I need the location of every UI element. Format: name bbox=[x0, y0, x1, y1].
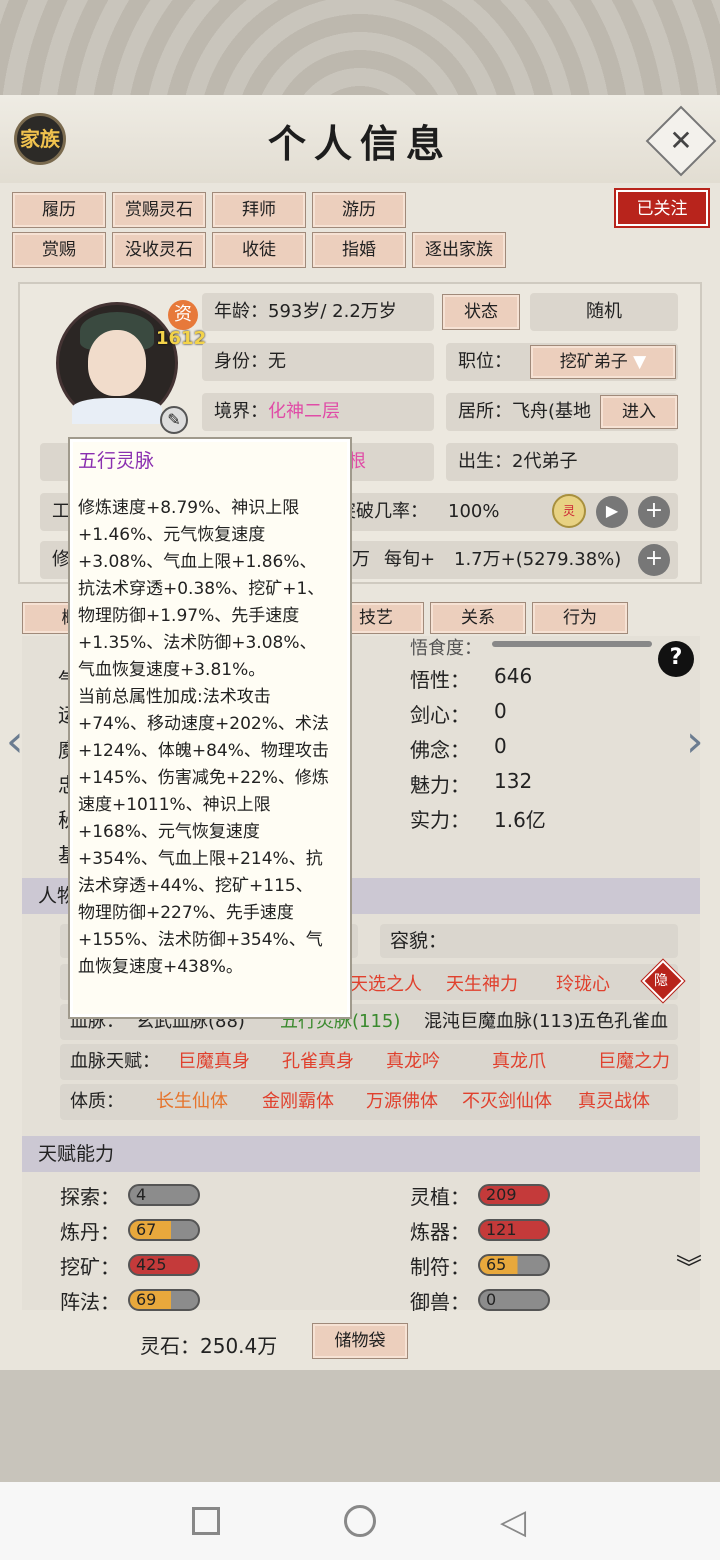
talent-value: 209 bbox=[486, 1185, 517, 1204]
talent-label: 炼丹： bbox=[60, 1220, 120, 1244]
talent-value: 425 bbox=[136, 1255, 167, 1274]
talent-bar: 121 bbox=[478, 1219, 550, 1241]
aptitude-badge: 资 bbox=[168, 300, 198, 330]
identity-field: 身份：无 bbox=[202, 343, 434, 381]
trait-item: 天生神力 bbox=[446, 974, 518, 995]
talent-label: 灵植： bbox=[410, 1185, 470, 1209]
tab-relations[interactable]: 关系 bbox=[430, 602, 526, 634]
scroll-down-icon[interactable]: ︾ bbox=[676, 1256, 702, 1282]
tooltip-body: 修炼速度+8.79%、神识上限 +1.46%、元气恢复速度 +3.08%、气血上… bbox=[78, 498, 329, 977]
talent-label: 炼器： bbox=[410, 1220, 470, 1244]
stat-label: 佛念： bbox=[410, 738, 470, 762]
satiety-bar bbox=[492, 641, 652, 647]
talent-section-header: 天赋能力 bbox=[22, 1136, 700, 1172]
stat-value: 0 bbox=[494, 699, 507, 723]
play-icon[interactable]: ▶ bbox=[596, 496, 628, 528]
aptitude-value: 1612 bbox=[156, 328, 207, 349]
talent-value: 0 bbox=[486, 1290, 497, 1309]
page-title: 个人信息 bbox=[267, 121, 452, 166]
recent-apps-icon[interactable] bbox=[192, 1507, 220, 1535]
spirit-stone-field: 灵石：250.4万 bbox=[140, 1334, 278, 1358]
talent-label: 挖矿： bbox=[60, 1255, 120, 1279]
bloodline-talent-row: 血脉天赋： 巨魔真身 孔雀真身 真龙吟 真龙爪 巨魔之力 bbox=[60, 1044, 678, 1080]
resume-button[interactable]: 履历 bbox=[12, 192, 106, 228]
home-icon[interactable] bbox=[344, 1505, 376, 1537]
stat-value: 132 bbox=[494, 769, 533, 793]
talent-label: 制符： bbox=[410, 1255, 470, 1279]
stat-label: 实力： bbox=[410, 808, 470, 832]
stat-partial: 悟食度： bbox=[410, 638, 482, 659]
followed-badge[interactable]: 已关注 bbox=[614, 188, 710, 228]
tooltip-title: 五行灵脉 bbox=[78, 450, 155, 472]
appearance-field: 容貌： bbox=[380, 924, 678, 958]
back-icon[interactable]: ◁ bbox=[500, 1502, 526, 1542]
random-button[interactable]: 随机 bbox=[530, 293, 678, 331]
tooltip-cut-line bbox=[78, 478, 348, 492]
dropdown-arrow-icon: ▼ bbox=[633, 352, 647, 372]
physique-row: 体质： 长生仙体 金刚霸体 万源佛体 不灭剑仙体 真灵战体 bbox=[60, 1084, 678, 1120]
status-button[interactable]: 状态 bbox=[442, 294, 520, 330]
talent-bar: 67 bbox=[128, 1219, 200, 1241]
talent-label: 阵法： bbox=[60, 1290, 120, 1314]
stat-value: 646 bbox=[494, 664, 533, 688]
age-field: 年龄：593岁/ 2.2万岁 bbox=[202, 293, 434, 331]
avatar-robe bbox=[72, 398, 162, 424]
plus-icon[interactable]: + bbox=[638, 544, 670, 576]
position-select[interactable]: 挖矿弟子 ▼ bbox=[530, 345, 676, 379]
talent-bar: 425 bbox=[128, 1254, 200, 1276]
expel-button[interactable]: 逐出家族 bbox=[412, 232, 506, 268]
reward-spirit-stone-button[interactable]: 赏赐灵石 bbox=[112, 192, 206, 228]
storage-bag-button[interactable]: 储物袋 bbox=[312, 1323, 408, 1359]
avatar-face bbox=[88, 330, 146, 396]
talent-label: 御兽： bbox=[410, 1290, 470, 1314]
talent-label: 探索： bbox=[60, 1185, 120, 1209]
realm-field: 境界：化神二层 bbox=[202, 393, 434, 431]
close-icon: ✕ bbox=[669, 124, 693, 157]
talent-bar: 69 bbox=[128, 1289, 200, 1311]
travel-button[interactable]: 游历 bbox=[312, 192, 406, 228]
help-icon[interactable]: ? bbox=[658, 641, 694, 677]
confiscate-button[interactable]: 没收灵石 bbox=[112, 232, 206, 268]
enter-button[interactable]: 进入 bbox=[600, 395, 678, 429]
hide-label: 隐 bbox=[654, 973, 668, 989]
plus-icon[interactable]: + bbox=[638, 496, 670, 528]
talent-bar: 65 bbox=[478, 1254, 550, 1276]
stat-value: 1.6亿 bbox=[494, 808, 546, 832]
top-wave-background bbox=[0, 0, 720, 100]
stat-label: 魅力： bbox=[410, 773, 470, 797]
tab-behavior[interactable]: 行为 bbox=[532, 602, 628, 634]
talent-value: 65 bbox=[486, 1255, 507, 1274]
edit-icon[interactable]: ✎ bbox=[160, 406, 188, 434]
prev-arrow-icon[interactable]: ‹ bbox=[6, 716, 24, 767]
stat-value: 0 bbox=[494, 734, 507, 758]
arrange-marriage-button[interactable]: 指婚 bbox=[312, 232, 406, 268]
trait-item: 天选之人 bbox=[350, 974, 422, 995]
talent-value: 69 bbox=[136, 1290, 157, 1309]
talent-bar: 209 bbox=[478, 1184, 550, 1206]
stat-label: 悟性： bbox=[410, 668, 470, 692]
talent-bar: 4 bbox=[128, 1184, 200, 1206]
next-arrow-icon[interactable]: › bbox=[686, 716, 704, 767]
talent-bar: 0 bbox=[478, 1289, 550, 1311]
reward-button[interactable]: 赏赐 bbox=[12, 232, 106, 268]
apprentice-button[interactable]: 拜师 bbox=[212, 192, 306, 228]
talent-value: 67 bbox=[136, 1220, 157, 1239]
birth-field: 出生：2代弟子 bbox=[446, 443, 678, 481]
take-disciple-button[interactable]: 收徒 bbox=[212, 232, 306, 268]
meditate-icon[interactable]: 灵 bbox=[552, 494, 586, 528]
talent-value: 121 bbox=[486, 1220, 517, 1239]
stat-label: 剑心： bbox=[410, 703, 470, 727]
trait-item: 玲珑心 bbox=[556, 974, 610, 995]
talent-value: 4 bbox=[136, 1185, 147, 1204]
